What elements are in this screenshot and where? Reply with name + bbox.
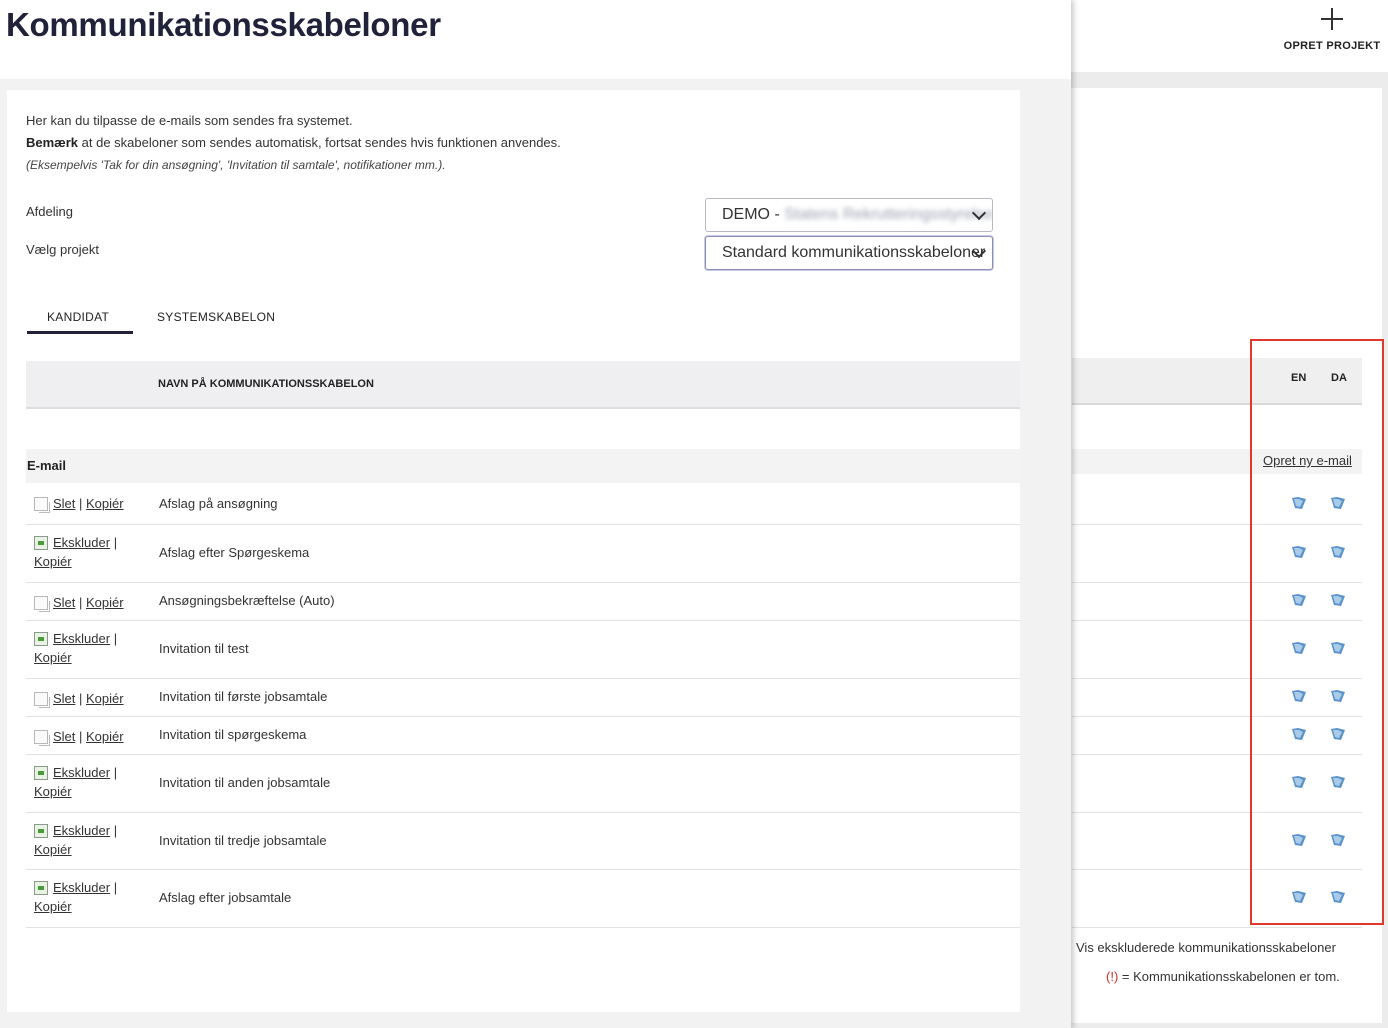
table-row: Slet | Kopiér Invitation til første jobsa… [26,678,1020,717]
copy-link[interactable]: Kopiér [86,729,124,744]
template-name[interactable]: Invitation til første jobsamtale [159,689,327,704]
table-row: Ekskluder | Kopiér Invitation til anden j… [26,754,1020,813]
document-icon [34,730,50,746]
action-separator: | [75,729,87,744]
copy-link[interactable]: Kopiér [34,899,72,914]
copy-link[interactable]: Kopiér [34,784,72,799]
intro-line-2-text: at de skabeloner som sendes automatisk, … [81,135,561,150]
department-value-blurred: Statens Rekrutteringsstyrelse [784,206,993,223]
exclude-icon [34,824,48,838]
exclude-icon [34,766,48,780]
tab-kandidat[interactable]: KANDIDAT [47,310,109,324]
row-actions: Slet | Kopiér [34,494,124,513]
document-icon [34,596,50,612]
exclude-link[interactable]: Ekskluder [53,535,110,550]
create-project-label: OPRET PROJEKT [1283,40,1381,52]
empty-legend-text: = Kommunikationsskabelonen er tom. [1121,969,1340,984]
delete-link[interactable]: Slet [53,729,75,744]
template-name[interactable]: Afslag på ansøgning [159,496,278,511]
group-label: E-mail [27,458,67,473]
active-tab-indicator [27,331,133,334]
empty-mark: (!) [1106,969,1119,984]
action-separator: | [110,765,118,780]
plus-icon [1319,6,1345,32]
intro-line-2: Bemærk at de skabeloner som sendes autom… [26,132,561,154]
template-name[interactable]: Ansøgningsbekræftelse (Auto) [159,593,335,608]
template-name[interactable]: Invitation til test [159,641,249,656]
column-template-name: NAVN PÅ KOMMUNIKATIONSSKABELON [158,378,374,390]
tab-systemskabelon[interactable]: SYSTEMSKABELON [157,310,275,324]
intro-line-1: Her kan du tilpasse de e-mails som sende… [26,113,353,128]
row-actions: Slet | Kopiér [34,727,124,746]
template-name[interactable]: Invitation til anden jobsamtale [159,775,330,790]
exclude-link[interactable]: Ekskluder [53,631,110,646]
project-value: Standard kommunikationsskabeloner [722,244,986,261]
row-actions: Ekskluder | Kopiér [34,629,117,667]
empty-template-legend: (!) = Kommunikationsskabelonen er tom. [1106,969,1340,984]
action-separator: | [75,496,87,511]
create-project-button[interactable]: OPRET PROJEKT [1280,6,1384,52]
content-panel: Her kan du tilpasse de e-mails som sende… [7,90,1020,1012]
row-actions: Slet | Kopiér [34,689,124,708]
department-select[interactable]: DEMO - Statens Rekrutteringsstyrelse [705,198,993,232]
row-actions: Slet | Kopiér [34,593,124,612]
action-separator: | [110,535,118,550]
template-name[interactable]: Invitation til tredje jobsamtale [159,833,327,848]
table-header: NAVN PÅ KOMMUNIKATIONSSKABELON [26,361,1020,409]
action-separator: | [110,823,118,838]
copy-link[interactable]: Kopiér [86,595,124,610]
action-separator: | [110,880,118,895]
table-row: Slet | Kopiér Ansøgningsbekræftelse (Auto… [26,582,1020,621]
template-name[interactable]: Afslag efter Spørgeskema [159,545,309,560]
copy-link[interactable]: Kopiér [86,691,124,706]
project-select[interactable]: Standard kommunikationsskabeloner [705,236,993,270]
templates-modal: Kommunikationsskabeloner Her kan du tilp… [0,0,1071,1028]
table-row: Slet | Kopiér Afslag på ansøgning [26,483,1020,525]
exclude-link[interactable]: Ekskluder [53,823,110,838]
row-actions: Ekskluder | Kopiér [34,878,117,916]
action-separator: | [75,691,87,706]
exclude-link[interactable]: Ekskluder [53,765,110,780]
exclude-icon [34,881,48,895]
row-actions: Ekskluder | Kopiér [34,763,117,801]
copy-link[interactable]: Kopiér [34,842,72,857]
template-name[interactable]: Afslag efter jobsamtale [159,890,291,905]
row-actions: Ekskluder | Kopiér [34,533,117,571]
intro-text: Her kan du tilpasse de e-mails som sende… [26,110,561,176]
table-row: Ekskluder | Kopiér Afslag efter Spørgeske… [26,524,1020,583]
page-title: Kommunikationsskabeloner [6,6,441,43]
table-row: Ekskluder | Kopiér Invitation til tredje … [26,812,1020,870]
table-row: Ekskluder | Kopiér Afslag efter jobsamtal… [26,869,1020,928]
action-separator: | [75,595,87,610]
modal-header: Kommunikationsskabeloner [0,0,1071,79]
table-row: Ekskluder | Kopiér Invitation til test [26,620,1020,679]
project-label: Vælg projekt [26,242,99,257]
show-excluded-link[interactable]: Vis ekskluderede kommunikationsskabelone… [1076,940,1336,955]
highlight-box [1250,339,1384,925]
department-label: Afdeling [26,204,73,219]
exclude-icon [34,536,48,550]
copy-link[interactable]: Kopiér [86,496,124,511]
document-icon [34,497,50,513]
document-icon [34,692,50,708]
copy-link[interactable]: Kopiér [34,650,72,665]
delete-link[interactable]: Slet [53,595,75,610]
copy-link[interactable]: Kopiér [34,554,72,569]
department-value-prefix: DEMO - [722,206,780,223]
delete-link[interactable]: Slet [53,496,75,511]
delete-link[interactable]: Slet [53,691,75,706]
table-row: Slet | Kopiér Invitation til spørgeskema [26,716,1020,755]
exclude-link[interactable]: Ekskluder [53,880,110,895]
intro-bold: Bemærk [26,135,79,150]
action-separator: | [110,631,118,646]
intro-note: (Eksempelvis 'Tak for din ansøgning', 'I… [26,158,446,172]
row-actions: Ekskluder | Kopiér [34,821,117,859]
exclude-icon [34,632,48,646]
group-row-email: E-mail [26,449,1020,483]
template-name[interactable]: Invitation til spørgeskema [159,727,306,742]
